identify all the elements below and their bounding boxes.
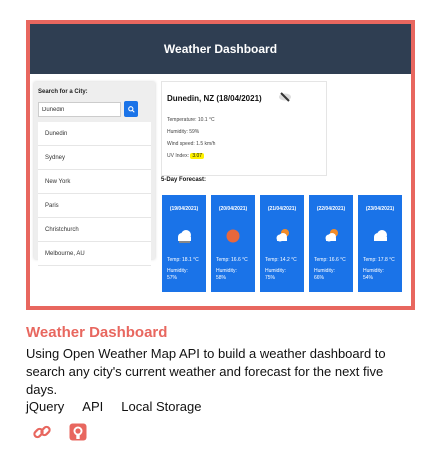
city-item[interactable]: Melbourne, AU [38, 242, 151, 266]
current-temperature: Temperature: 10.1 °C [167, 117, 215, 123]
city-item[interactable]: Christchurch [38, 218, 151, 242]
project-title: Weather Dashboard [26, 324, 168, 341]
forecast-date: (21/04/2021) [267, 206, 297, 212]
forecast-humidity-label: Humidity: [167, 268, 188, 274]
project-links [32, 422, 88, 442]
uv-badge: 3.07 [190, 153, 205, 159]
forecast-card: (21/04/2021) Temp: 14.2 °C Humidity: 75% [260, 195, 304, 292]
tag-local-storage: Local Storage [121, 399, 202, 414]
tag-jquery: jQuery [26, 399, 65, 414]
forecast-temp: Temp: 17.8 °C [363, 257, 395, 263]
forecast-temp: Temp: 16.6 °C [216, 257, 248, 263]
forecast-card: (19/04/2021) Temp: 18.1 °C Humidity: 57% [162, 195, 206, 292]
forecast-card: (20/04/2021) Temp: 16.6 °C Humidity: 58% [211, 195, 255, 292]
link-icon [33, 425, 51, 439]
forecast-card: (22/04/2021) Temp: 16.6 °C Humidity: 66% [309, 195, 353, 292]
city-item[interactable]: Paris [38, 194, 151, 218]
forecast-humidity-label: Humidity: [216, 268, 237, 274]
forecast-temp: Temp: 16.6 °C [314, 257, 346, 263]
forecast-humidity: 58% [216, 275, 227, 281]
forecast-date: (22/04/2021) [316, 206, 346, 212]
forecast-humidity-label: Humidity: [363, 268, 384, 274]
app-header: Weather Dashboard [30, 24, 411, 74]
city-item[interactable]: Sydney [38, 146, 151, 170]
cloud-icon [178, 230, 191, 243]
search-sidebar: Search for a City: Dunedin Sydney New Yo… [34, 82, 155, 266]
current-wind: Wind speed: 1.5 km/h [167, 141, 216, 147]
forecast-humidity: 57% [167, 275, 178, 281]
forecast-title: 5-Day Forecast: [161, 177, 207, 183]
forecast-humidity: 66% [314, 275, 325, 281]
current-city-title: Dunedin, NZ (18/04/2021) [167, 94, 262, 103]
github-link-button[interactable] [68, 422, 88, 442]
app-title: Weather Dashboard [163, 42, 278, 56]
forecast-date: (19/04/2021) [169, 206, 199, 212]
cloud-icon [374, 230, 387, 241]
github-icon [69, 423, 87, 441]
tech-tags: jQuery API Local Storage [26, 399, 202, 414]
cloud-wind-icon [279, 92, 291, 102]
partly-cloudy-icon [276, 229, 289, 242]
forecast-humidity-label: Humidity: [265, 268, 286, 274]
current-weather-card: Dunedin, NZ (18/04/2021) Temperature: 10… [161, 81, 327, 176]
forecast-date: (20/04/2021) [218, 206, 248, 212]
current-humidity: Humidity: 59% [167, 129, 200, 135]
uv-label: UV Index: [167, 153, 189, 159]
project-screenshot[interactable]: Weather Dashboard Search for a City: Dun… [26, 20, 415, 310]
forecast-date: (23/04/2021) [365, 206, 395, 212]
live-link-button[interactable] [32, 422, 52, 442]
sun-icon [226, 229, 240, 243]
search-label: Search for a City: [38, 89, 88, 95]
search-icon [127, 105, 135, 113]
forecast-temp: Temp: 18.1 °C [167, 257, 199, 263]
forecast-humidity-label: Humidity: [314, 268, 335, 274]
search-input[interactable] [38, 102, 121, 117]
search-button[interactable] [124, 101, 138, 117]
city-item[interactable]: New York [38, 170, 151, 194]
partly-cloudy-icon [325, 229, 338, 242]
forecast-card: (23/04/2021) Temp: 17.8 °C Humidity: 54% [358, 195, 402, 292]
forecast-humidity: 54% [363, 275, 374, 281]
project-description: Using Open Weather Map API to build a we… [26, 346, 386, 397]
forecast-humidity: 75% [265, 275, 276, 281]
tag-api: API [82, 399, 104, 414]
city-item[interactable]: Dunedin [38, 122, 151, 146]
forecast-temp: Temp: 14.2 °C [265, 257, 297, 263]
city-history-list: Dunedin Sydney New York Paris Christchur… [38, 122, 151, 266]
current-uv: UV Index: 3.07 [167, 153, 205, 159]
